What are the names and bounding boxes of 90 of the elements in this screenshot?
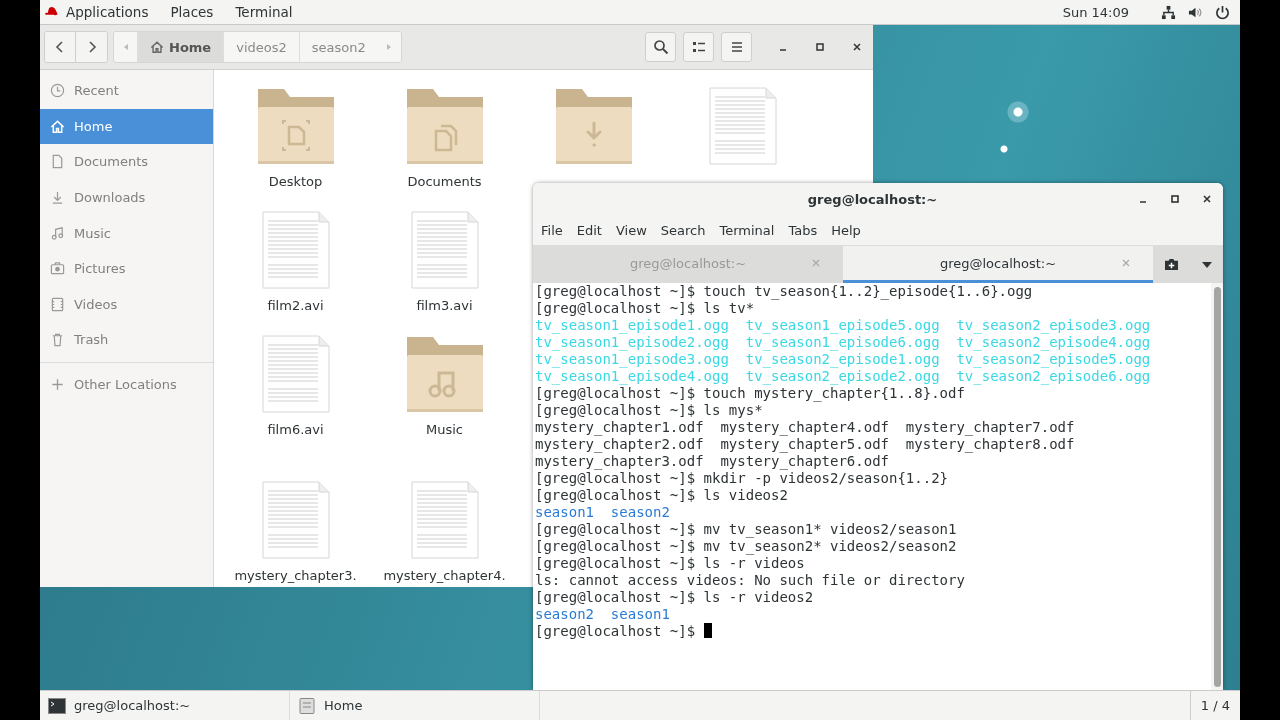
close-tab-icon[interactable] [1121, 258, 1131, 268]
sidebar-item[interactable]: Videos [40, 286, 213, 323]
top-menu[interactable]: Applications [66, 4, 149, 20]
file-name[interactable]: film2.avi [267, 298, 324, 313]
menu-item[interactable]: Tabs [788, 222, 818, 238]
sidebar-item[interactable]: Pictures [40, 250, 213, 287]
menu-item[interactable]: Search [660, 222, 706, 238]
film-icon [50, 296, 65, 312]
sidebar-item[interactable]: Trash [40, 322, 213, 358]
taskbar-window-button[interactable]: greg@localhost:~ [40, 691, 290, 720]
file-cabinet-icon [298, 697, 316, 714]
terminal-line: [greg@localhost ~]$ mkdir -p videos2/season{1..2} [535, 470, 949, 487]
workspace-indicator[interactable]: 1 / 4 [1189, 691, 1240, 720]
terminal-line: tv_season1_episode3.ogg tv_season2_episode1.ogg tv_season2_episode5.ogg [535, 351, 1152, 368]
terminal-line: [greg@localhost ~]$ mv tv_season2* videos2/season2 [535, 538, 958, 555]
taskbar-window-button[interactable]: Home [290, 691, 540, 720]
terminal-icon [48, 697, 66, 714]
terminal-line: mystery_chapter1.odf mystery_chapter4.odf mystery_chapter7.odf [535, 419, 1076, 436]
sidebar-item[interactable]: Other Locations [40, 366, 213, 403]
camera-icon [50, 261, 65, 277]
terminal-line: tv_season1_episode2.ogg tv_season1_episode6.ogg tv_season2_episode4.ogg [535, 334, 1152, 351]
terminal-line: [greg@localhost ~]$ mv tv_season1* videos2/season1 [535, 521, 958, 538]
sidebar-item[interactable]: Recent [40, 73, 213, 109]
terminal-tab[interactable]: greg@localhost:~ [843, 246, 1153, 283]
terminal-line: [greg@localhost ~]$ ls videos2 [535, 487, 789, 504]
close-icon[interactable] [1201, 193, 1213, 205]
cursor [703, 623, 712, 638]
menu-button[interactable] [721, 32, 752, 62]
file-name[interactable]: film6.avi [267, 422, 324, 437]
path-segment[interactable]: Home [137, 32, 224, 62]
terminal-line: [greg@localhost ~]$ [535, 623, 1211, 640]
list-icon [690, 39, 707, 55]
terminal-line: mystery_chapter3.odf mystery_chapter6.odf [535, 453, 890, 470]
menu-item[interactable]: Terminal [719, 222, 775, 238]
terminal-line: [greg@localhost ~]$ ls -r videos2 [535, 589, 815, 606]
terminal-line: [greg@localhost ~]$ touch tv_season{1..2}_episode{1..6}.ogg [535, 283, 1034, 300]
file-name[interactable]: Documents [407, 174, 482, 189]
close-tab-icon[interactable] [811, 258, 821, 268]
terminal-line: [greg@localhost ~]$ ls mys* [535, 402, 764, 419]
file-name[interactable]: film3.avi [416, 298, 473, 313]
folder-icon[interactable] [256, 87, 335, 165]
file-name[interactable]: mystery_chapter3. [234, 568, 357, 583]
document-icon [50, 154, 65, 170]
forward-button[interactable] [76, 32, 107, 62]
new-tab-icon[interactable] [1164, 258, 1180, 271]
folder-icon[interactable] [405, 87, 484, 165]
top-menu[interactable]: Terminal [235, 4, 293, 20]
file-name[interactable]: Music [426, 422, 463, 437]
terminal-line: tv_season1_episode1.ogg tv_season1_episode5.ogg tv_season2_episode3.ogg [535, 317, 1152, 334]
menu-item[interactable]: Help [831, 222, 861, 238]
terminal-line: ls: cannot access videos: No such file or directory [535, 572, 966, 589]
file-name[interactable]: mystery_chapter4. [383, 568, 506, 583]
menu-item[interactable]: View [615, 222, 647, 238]
plus-icon [50, 377, 65, 393]
maximize-icon[interactable] [1169, 193, 1181, 205]
view-toggle-button[interactable] [683, 32, 714, 62]
download-icon [50, 190, 65, 206]
search-button[interactable] [645, 32, 676, 62]
home-icon [150, 40, 164, 54]
file-name[interactable]: Desktop [268, 174, 323, 189]
terminal-line: [greg@localhost ~]$ ls tv* [535, 300, 756, 317]
caret-icon[interactable] [1201, 261, 1212, 268]
menu-item[interactable]: Edit [576, 222, 602, 238]
folder-icon[interactable] [405, 335, 484, 413]
terminal-line: mystery_chapter2.odf mystery_chapter5.odf mystery_chapter8.odf [535, 436, 1076, 453]
network-icon[interactable] [1161, 4, 1176, 20]
sidebar-item[interactable]: Documents [40, 144, 213, 180]
menu-item[interactable]: File [541, 222, 563, 238]
sidebar-item[interactable]: Music [40, 215, 213, 251]
close-icon[interactable] [851, 41, 863, 53]
scrollbar-thumb[interactable] [1213, 287, 1221, 687]
search-icon [652, 39, 669, 55]
top-menu[interactable]: Places [170, 4, 214, 20]
power-icon[interactable] [1215, 4, 1230, 20]
maximize-icon[interactable] [814, 41, 826, 53]
back-button[interactable] [45, 32, 76, 62]
terminal-line: season1 season2 [535, 504, 671, 521]
terminal-line: [greg@localhost ~]$ ls -r videos [535, 555, 806, 572]
terminal-line: tv_season1_episode4.ogg tv_season2_episode2.ogg tv_season2_episode6.ogg [535, 368, 1152, 385]
hat-icon[interactable] [44, 6, 59, 18]
clock[interactable]: Sun 14:09 [1062, 4, 1129, 20]
terminal-line: [greg@localhost ~]$ touch mystery_chapter{1..8}.odf [535, 385, 966, 402]
trash-icon [50, 332, 65, 348]
terminal-line: season2 season1 [535, 606, 671, 623]
music-icon [50, 225, 65, 241]
window-title: greg@localhost:~ [807, 191, 938, 207]
sidebar-item[interactable]: Downloads [40, 179, 213, 216]
clock-icon [50, 83, 65, 99]
home-icon [50, 118, 65, 134]
folder-icon[interactable] [554, 87, 633, 165]
